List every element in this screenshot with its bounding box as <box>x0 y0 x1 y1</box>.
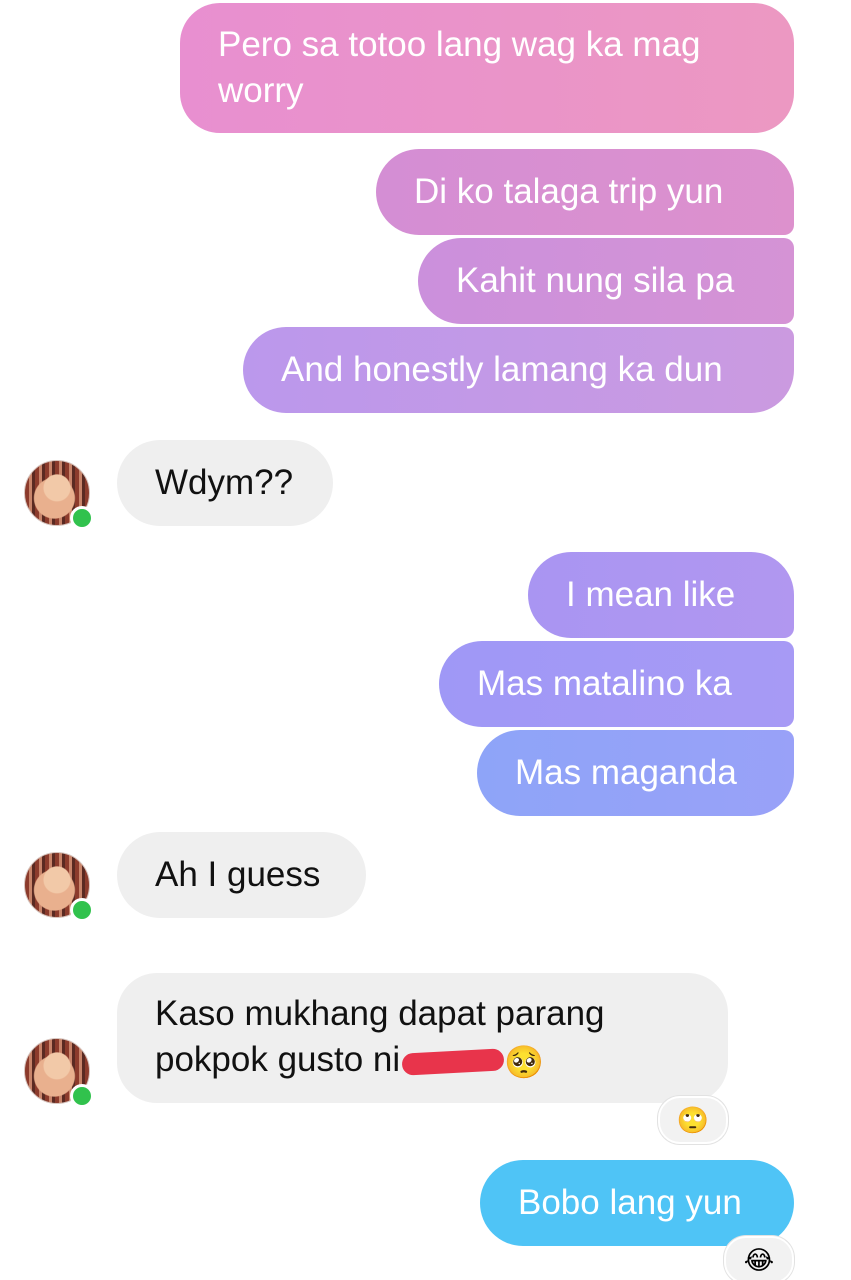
redaction-mark <box>401 1048 505 1076</box>
tears-of-joy-icon: 😂 <box>743 1244 775 1275</box>
message-text: Wdym?? <box>155 463 294 502</box>
online-status-icon <box>70 506 94 530</box>
sent-message-bubble[interactable]: Mas maganda <box>477 730 794 816</box>
chat-thread: Pero sa totoo lang wag ka mag worry Di k… <box>0 0 851 1280</box>
message-text: Ah I guess <box>155 855 321 894</box>
sent-message-bubble[interactable]: Kahit nung sila pa <box>418 238 794 324</box>
message-text: Mas maganda <box>515 753 737 792</box>
message-text: I mean like <box>566 575 736 614</box>
sent-message-bubble[interactable]: Pero sa totoo lang wag ka mag worry <box>180 3 794 133</box>
received-message-bubble[interactable]: Ah I guess <box>117 832 366 918</box>
sent-message-bubble[interactable]: Bobo lang yun <box>480 1160 794 1246</box>
sent-message-bubble[interactable]: And honestly lamang ka dun <box>243 327 794 413</box>
message-text: Kahit nung sila pa <box>456 261 735 300</box>
eye-roll-reaction[interactable]: 🙄 <box>658 1096 728 1144</box>
eye-roll-icon: 🙄 <box>676 1104 710 1135</box>
laughing-reaction[interactable]: 😂 <box>724 1236 794 1280</box>
message-text: And honestly lamang ka dun <box>281 350 723 389</box>
received-message-bubble[interactable]: Wdym?? <box>117 440 333 526</box>
sent-message-bubble[interactable]: Mas matalino ka <box>439 641 794 727</box>
message-text: Kaso mukhang dapat parang pokpok gusto n… <box>155 991 690 1085</box>
sent-message-bubble[interactable]: Di ko talaga trip yun <box>376 149 794 235</box>
online-status-icon <box>70 1084 94 1108</box>
sent-message-bubble[interactable]: I mean like <box>528 552 794 638</box>
pleading-face-emoji: 🥺 <box>504 1043 545 1080</box>
online-status-icon <box>70 898 94 922</box>
message-text: Mas matalino ka <box>477 664 732 703</box>
message-text: Pero sa totoo lang wag ka mag worry <box>218 25 701 110</box>
message-text: Bobo lang yun <box>518 1183 742 1222</box>
message-text: Di ko talaga trip yun <box>414 172 724 211</box>
received-message-bubble[interactable]: Kaso mukhang dapat parang pokpok gusto n… <box>117 973 728 1103</box>
